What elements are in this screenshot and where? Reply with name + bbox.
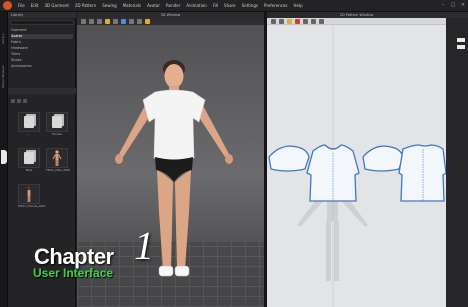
pattern-sleeve-right[interactable] bbox=[362, 145, 404, 172]
library-thumb-folder-a[interactable]: ... bbox=[18, 112, 40, 140]
library-search-input[interactable] bbox=[10, 20, 74, 25]
forward-icon[interactable] bbox=[17, 99, 21, 103]
back-icon[interactable] bbox=[11, 99, 15, 103]
menu-share[interactable]: Share bbox=[224, 3, 236, 8]
app-window: File Edit 3D Garment 2D Pattern Sewing M… bbox=[0, 0, 468, 307]
folder-icon bbox=[52, 116, 62, 128]
chapter-subtitle: User Interface bbox=[33, 266, 114, 280]
avatar-head bbox=[164, 64, 184, 88]
menu-fill[interactable]: Fill bbox=[213, 3, 218, 8]
menu-bar: File Edit 3D Garment 2D Pattern Sewing M… bbox=[0, 0, 468, 12]
menu-render[interactable]: Render bbox=[166, 3, 180, 8]
avatar-tshirt[interactable] bbox=[142, 89, 206, 161]
pattern-back-body[interactable] bbox=[398, 144, 446, 202]
library-title: Library bbox=[8, 12, 76, 18]
chapter-number: 1 bbox=[134, 223, 154, 268]
menu-help[interactable]: Help bbox=[294, 3, 303, 8]
avatar-figure-icon bbox=[52, 149, 62, 166]
pattern-sleeve-left[interactable] bbox=[268, 145, 310, 172]
close-icon[interactable]: × bbox=[460, 2, 466, 8]
menu-file[interactable]: File bbox=[18, 3, 25, 8]
2d-toolbar bbox=[267, 18, 446, 25]
avatar-right-hand bbox=[115, 154, 123, 164]
property-editor-panel bbox=[446, 12, 468, 307]
library-thumb-male-walk[interactable]: FW21_Male_Walk bbox=[46, 148, 70, 176]
select-pattern-icon[interactable] bbox=[271, 18, 276, 24]
menu-avatar[interactable]: Avatar bbox=[147, 3, 160, 8]
transform-pattern-icon[interactable] bbox=[279, 18, 284, 24]
folder-icon bbox=[24, 152, 34, 164]
view-icon[interactable] bbox=[23, 99, 27, 103]
2d-pattern-window[interactable]: 2D Pattern Window bbox=[267, 12, 446, 307]
library-thumb-female[interactable]: Female bbox=[46, 112, 68, 140]
library-row-trims[interactable]: Trims bbox=[11, 52, 73, 57]
menu-2d-pattern[interactable]: 2D Pattern bbox=[75, 3, 96, 8]
library-tree: Library Garment Avatar Fabric Hardware T… bbox=[8, 12, 76, 87]
library-row-accessories[interactable]: Accessories bbox=[11, 64, 73, 69]
library-toolbar bbox=[11, 99, 27, 103]
pattern-canvas[interactable] bbox=[267, 25, 446, 307]
menu-materials[interactable]: Materials bbox=[123, 3, 141, 8]
panel-collapse-handle[interactable] bbox=[1, 150, 7, 164]
app-logo-icon[interactable] bbox=[3, 1, 12, 10]
library-thumb-female-walk[interactable]: FW21_Female_Walk bbox=[18, 184, 46, 212]
library-thumb-male[interactable]: Male bbox=[18, 148, 40, 176]
menu-sewing[interactable]: Sewing bbox=[102, 3, 116, 8]
polygon-tool-icon[interactable] bbox=[287, 18, 292, 24]
dart-tool-icon[interactable] bbox=[319, 18, 324, 24]
avatar-left-hand bbox=[225, 154, 233, 164]
avatar-left-shoe bbox=[174, 265, 190, 277]
folder-icon bbox=[24, 116, 34, 128]
rectangle-tool-icon[interactable] bbox=[295, 18, 300, 24]
object-browser-icons bbox=[457, 38, 465, 49]
library-row-shoes[interactable]: Shoes bbox=[11, 58, 73, 63]
library-content-header bbox=[8, 88, 76, 94]
property-editor-header bbox=[446, 12, 468, 18]
window-controls: – □ × bbox=[440, 2, 466, 8]
maximize-icon[interactable]: □ bbox=[450, 2, 456, 8]
avatar-left-leg bbox=[175, 170, 191, 270]
library-row-garment[interactable]: Garment bbox=[11, 28, 73, 33]
library-row-hardware[interactable]: Hardware bbox=[11, 46, 73, 51]
tab-object-browser[interactable]: Object Browser bbox=[1, 52, 7, 88]
menu-settings[interactable]: Settings bbox=[242, 3, 258, 8]
tab-library[interactable]: Library bbox=[1, 20, 7, 45]
avatar-figure-icon bbox=[27, 185, 31, 202]
circle-tool-icon[interactable] bbox=[303, 18, 308, 24]
avatar-right-leg bbox=[157, 170, 173, 270]
left-tab-strip: Library Object Browser bbox=[0, 12, 8, 307]
library-row-fabric[interactable]: Fabric bbox=[11, 40, 73, 45]
menu-preferences[interactable]: Preferences bbox=[264, 3, 288, 8]
library-row-avatar[interactable]: Avatar bbox=[11, 34, 73, 39]
internal-line-icon[interactable] bbox=[311, 18, 316, 24]
menu-3d-garment[interactable]: 3D Garment bbox=[44, 3, 68, 8]
minimize-icon[interactable]: – bbox=[440, 2, 446, 8]
avatar-right-shoe bbox=[158, 265, 174, 277]
menu-edit[interactable]: Edit bbox=[31, 3, 39, 8]
menu-animation[interactable]: Animation bbox=[186, 3, 206, 8]
